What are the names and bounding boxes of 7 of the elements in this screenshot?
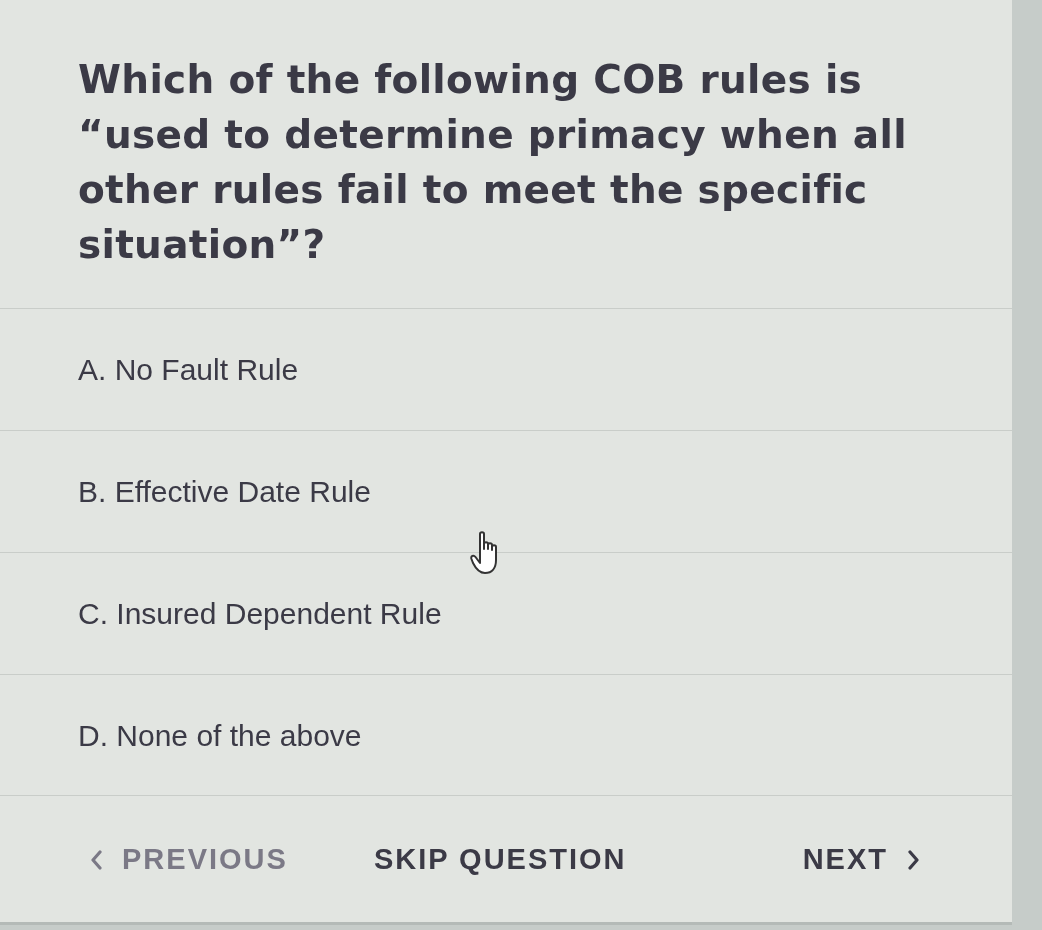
answer-option[interactable]: A. No Fault Rule [0, 308, 1012, 430]
question-text: Which of the following COB rules is “used to determine primacy when all other rules fail to meet the specific situation”? [78, 56, 908, 269]
answer-option[interactable]: D. None of the above [0, 674, 1012, 796]
chevron-left-icon [90, 850, 102, 870]
skip-question-button[interactable]: SKIP QUESTION [373, 838, 627, 882]
chevron-right-icon [908, 850, 920, 870]
next-button[interactable]: NEXT [802, 838, 920, 882]
